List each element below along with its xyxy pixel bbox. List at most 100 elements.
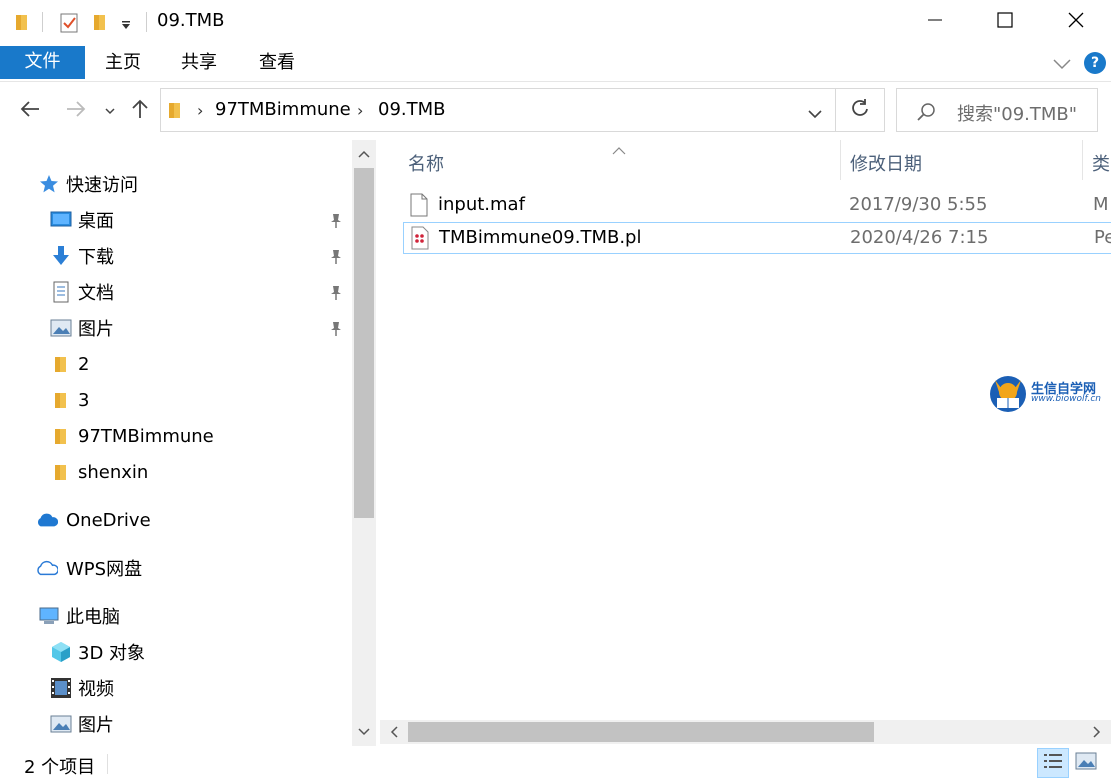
refresh-icon bbox=[850, 98, 870, 123]
nav-item-shenxin[interactable]: shenxin bbox=[0, 454, 350, 490]
chevron-down-icon bbox=[104, 101, 116, 121]
up-button[interactable] bbox=[128, 96, 152, 126]
nav-item-label: 3D 对象 bbox=[78, 643, 146, 664]
folder-icon bbox=[50, 353, 72, 375]
breadcrumb-09-tmb[interactable]: 09.TMB bbox=[378, 99, 446, 120]
maximize-button[interactable] bbox=[970, 0, 1040, 44]
navigation-scrollbar[interactable] bbox=[352, 140, 376, 746]
star-icon bbox=[38, 173, 60, 195]
up-arrow-icon bbox=[131, 98, 149, 125]
tab-file[interactable]: 文件 bbox=[0, 46, 85, 79]
pin-icon[interactable] bbox=[328, 212, 344, 230]
maximize-icon bbox=[997, 11, 1013, 33]
nav-item-videos[interactable]: 视频 bbox=[0, 670, 350, 706]
breadcrumb-chevron-icon[interactable]: › bbox=[197, 101, 203, 120]
refresh-button[interactable] bbox=[836, 88, 885, 132]
navigation-pane: 快速访问 桌面 下载 文档 图片 2 3 97TMBimmune shenxin… bbox=[0, 140, 352, 746]
expand-ribbon-chevron-icon[interactable] bbox=[1052, 56, 1072, 76]
download-icon bbox=[50, 245, 72, 267]
nav-item-desktop[interactable]: 桌面 bbox=[0, 202, 350, 238]
nav-item-downloads[interactable]: 下载 bbox=[0, 238, 350, 274]
column-header-type[interactable]: 类 bbox=[1092, 150, 1110, 176]
column-divider[interactable] bbox=[840, 140, 841, 180]
column-header-name[interactable]: 名称 bbox=[408, 150, 444, 176]
nav-item-folder-3[interactable]: 3 bbox=[0, 382, 350, 418]
tab-share[interactable]: 共享 bbox=[170, 47, 228, 79]
file-row-tmbimmune09-pl[interactable]: TMBimmune09.TMB.pl 2020/4/26 7:15 Pe bbox=[403, 222, 1111, 254]
breadcrumb-chevron-icon[interactable]: › bbox=[357, 101, 363, 120]
forward-button[interactable] bbox=[60, 96, 92, 126]
file-list-horizontal-scrollbar[interactable] bbox=[380, 720, 1111, 744]
nav-item-folder-2[interactable]: 2 bbox=[0, 346, 350, 382]
nav-item-3d-objects[interactable]: 3D 对象 bbox=[0, 634, 350, 670]
scrollbar-thumb[interactable] bbox=[408, 722, 874, 742]
address-bar[interactable]: › 97TMBimmune › 09.TMB bbox=[160, 88, 836, 132]
desktop-icon bbox=[50, 209, 72, 231]
nav-item-quick-access[interactable]: 快速访问 bbox=[0, 166, 350, 202]
search-box[interactable]: 搜索"09.TMB" bbox=[896, 88, 1098, 132]
new-folder-icon[interactable] bbox=[92, 12, 108, 37]
scroll-right-arrow-icon[interactable] bbox=[1085, 720, 1109, 744]
perl-file-icon bbox=[410, 226, 430, 250]
minimize-icon bbox=[928, 12, 942, 32]
pin-icon[interactable] bbox=[328, 248, 344, 266]
onedrive-cloud-icon bbox=[36, 509, 58, 531]
back-button[interactable] bbox=[14, 96, 46, 126]
scroll-down-arrow-icon[interactable] bbox=[352, 720, 376, 744]
nav-item-documents[interactable]: 文档 bbox=[0, 274, 350, 310]
nav-item-label: 3 bbox=[78, 389, 90, 411]
wps-cloud-icon bbox=[36, 557, 58, 579]
scrollbar-thumb[interactable] bbox=[354, 168, 374, 518]
address-history-dropdown-icon[interactable] bbox=[807, 105, 823, 125]
file-list: 名称 修改日期 类 input.maf 2017/9/30 5:55 M TMB… bbox=[380, 140, 1111, 720]
folder-icon bbox=[50, 425, 72, 447]
minimize-button[interactable] bbox=[900, 0, 970, 44]
file-date: 2017/9/30 5:55 bbox=[849, 194, 988, 215]
close-button[interactable] bbox=[1041, 0, 1111, 44]
nav-item-pc-pictures[interactable]: 图片 bbox=[0, 706, 350, 742]
large-icons-view-button[interactable] bbox=[1070, 748, 1102, 778]
details-view-button[interactable] bbox=[1037, 748, 1069, 778]
column-divider[interactable] bbox=[1082, 140, 1083, 180]
large-icons-view-icon bbox=[1075, 752, 1097, 775]
file-icon bbox=[409, 193, 429, 217]
nav-item-onedrive[interactable]: OneDrive bbox=[0, 502, 350, 538]
folder-icon bbox=[167, 100, 183, 125]
status-separator bbox=[107, 754, 108, 774]
file-type: Pe bbox=[1094, 227, 1111, 248]
breadcrumb-97tmbimmune[interactable]: 97TMBimmune bbox=[215, 99, 351, 120]
customize-toolbar-dropdown-icon[interactable] bbox=[120, 16, 132, 36]
title-bar: 09.TMB bbox=[0, 0, 1111, 44]
wolf-logo-icon bbox=[987, 370, 1029, 419]
file-name: input.maf bbox=[438, 194, 525, 215]
pin-icon[interactable] bbox=[328, 320, 344, 338]
folder-icon bbox=[50, 461, 72, 483]
item-count: 2 个项目 bbox=[24, 757, 96, 778]
documents-icon bbox=[50, 281, 72, 303]
nav-item-label: 图片 bbox=[78, 319, 114, 340]
scroll-up-arrow-icon[interactable] bbox=[352, 142, 376, 166]
nav-item-pictures[interactable]: 图片 bbox=[0, 310, 350, 346]
column-header-date-modified[interactable]: 修改日期 bbox=[850, 150, 922, 176]
nav-item-this-pc[interactable]: 此电脑 bbox=[0, 598, 350, 634]
file-name: TMBimmune09.TMB.pl bbox=[439, 227, 642, 248]
nav-item-label: 桌面 bbox=[78, 211, 114, 232]
help-icon[interactable]: ? bbox=[1084, 52, 1106, 74]
close-icon bbox=[1068, 12, 1084, 33]
pin-icon[interactable] bbox=[328, 284, 344, 302]
properties-icon[interactable] bbox=[58, 12, 80, 39]
file-row-input-maf[interactable]: input.maf 2017/9/30 5:55 M bbox=[403, 190, 1111, 222]
tab-home[interactable]: 主页 bbox=[94, 47, 152, 79]
computer-icon bbox=[38, 605, 60, 627]
folder-icon bbox=[14, 12, 30, 37]
nav-item-97tmbimmune[interactable]: 97TMBimmune bbox=[0, 418, 350, 454]
recent-locations-button[interactable] bbox=[100, 96, 120, 126]
tab-view[interactable]: 查看 bbox=[248, 47, 306, 79]
scroll-left-arrow-icon[interactable] bbox=[382, 720, 406, 744]
biowolf-watermark: 生信自学网 www.biowolf.cn bbox=[985, 370, 1107, 414]
nav-item-label: shenxin bbox=[78, 461, 149, 483]
back-arrow-icon bbox=[19, 100, 41, 123]
nav-item-wps[interactable]: WPS网盘 bbox=[0, 550, 350, 586]
search-input[interactable]: 搜索"09.TMB" bbox=[957, 100, 1077, 126]
ribbon-tabs: 文件 主页 共享 查看 ? bbox=[0, 44, 1111, 82]
